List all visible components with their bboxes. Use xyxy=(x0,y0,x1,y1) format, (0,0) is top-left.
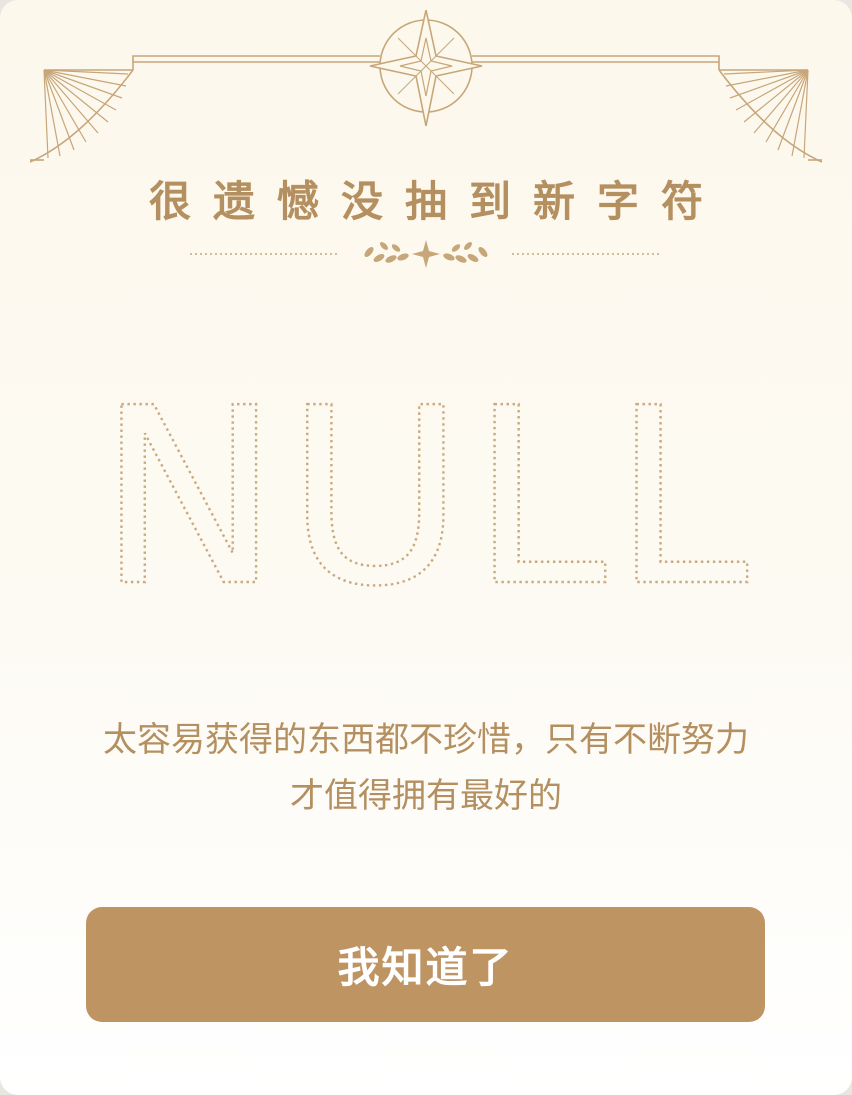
null-outline-text: NULL xyxy=(96,380,755,610)
dialog-title: 很遗憾没抽到新字符 xyxy=(148,177,725,226)
left-corner-sunburst-icon xyxy=(43,69,129,159)
compass-star-icon xyxy=(369,9,483,127)
laurel-sparkle-icon xyxy=(364,240,488,268)
right-corner-sunburst-icon xyxy=(723,69,809,159)
encouragement-message: 太容易获得的东西都不珍惜，只有不断努力才值得拥有最好的 xyxy=(103,720,749,816)
result-dialog: 很遗憾没抽到新字符 NULL 太容易获得的东西都不珍惜，只有不断努力才值得拥有最… xyxy=(0,0,852,1095)
got-it-button[interactable]: 我知道了 xyxy=(86,907,765,1022)
result-word: NULL xyxy=(98,380,755,610)
